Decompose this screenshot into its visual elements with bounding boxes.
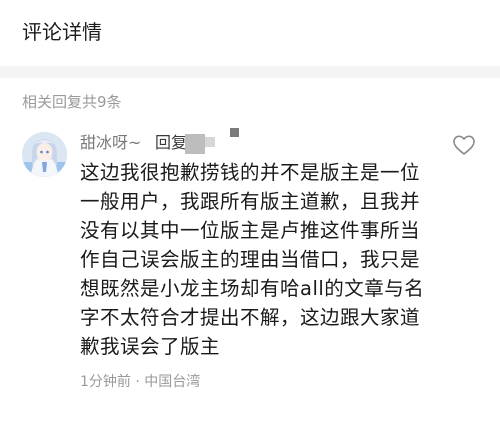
avatar-image (22, 132, 67, 177)
comment-meta: 1分钟前 · 中国台湾 (80, 372, 200, 392)
section-divider (0, 66, 500, 78)
redacted-username-block (230, 128, 239, 137)
reply-count-label: 相关回复共9条 (22, 93, 122, 111)
comment-body: 这边我很抱歉捞钱的并不是版主是一位一般用户，我跟所有版主道歉，且我并没有以其中一… (80, 161, 425, 358)
comment-detail-page: 评论详情 相关回复共9条 甜冰呀~ 回复 这边我很抱歉捞钱的并不是版主是一位一般… (0, 0, 500, 425)
comment-username[interactable]: 甜冰呀~ (80, 132, 141, 154)
page-title: 评论详情 (22, 20, 102, 44)
comment-item[interactable]: 甜冰呀~ 回复 这边我很抱歉捞钱的并不是版主是一位一般用户，我跟所有版主道歉，且… (0, 120, 500, 420)
header: 评论详情 (0, 0, 500, 66)
comment-location: 中国台湾 (144, 374, 201, 390)
redacted-username-block (205, 137, 215, 147)
meta-separator: · (135, 374, 140, 390)
redacted-username-block (185, 134, 205, 154)
comment-time: 1分钟前 (80, 374, 131, 390)
avatar[interactable] (22, 132, 67, 177)
heart-outline-icon[interactable] (452, 134, 476, 156)
reply-to-label: 回复 (155, 133, 188, 152)
